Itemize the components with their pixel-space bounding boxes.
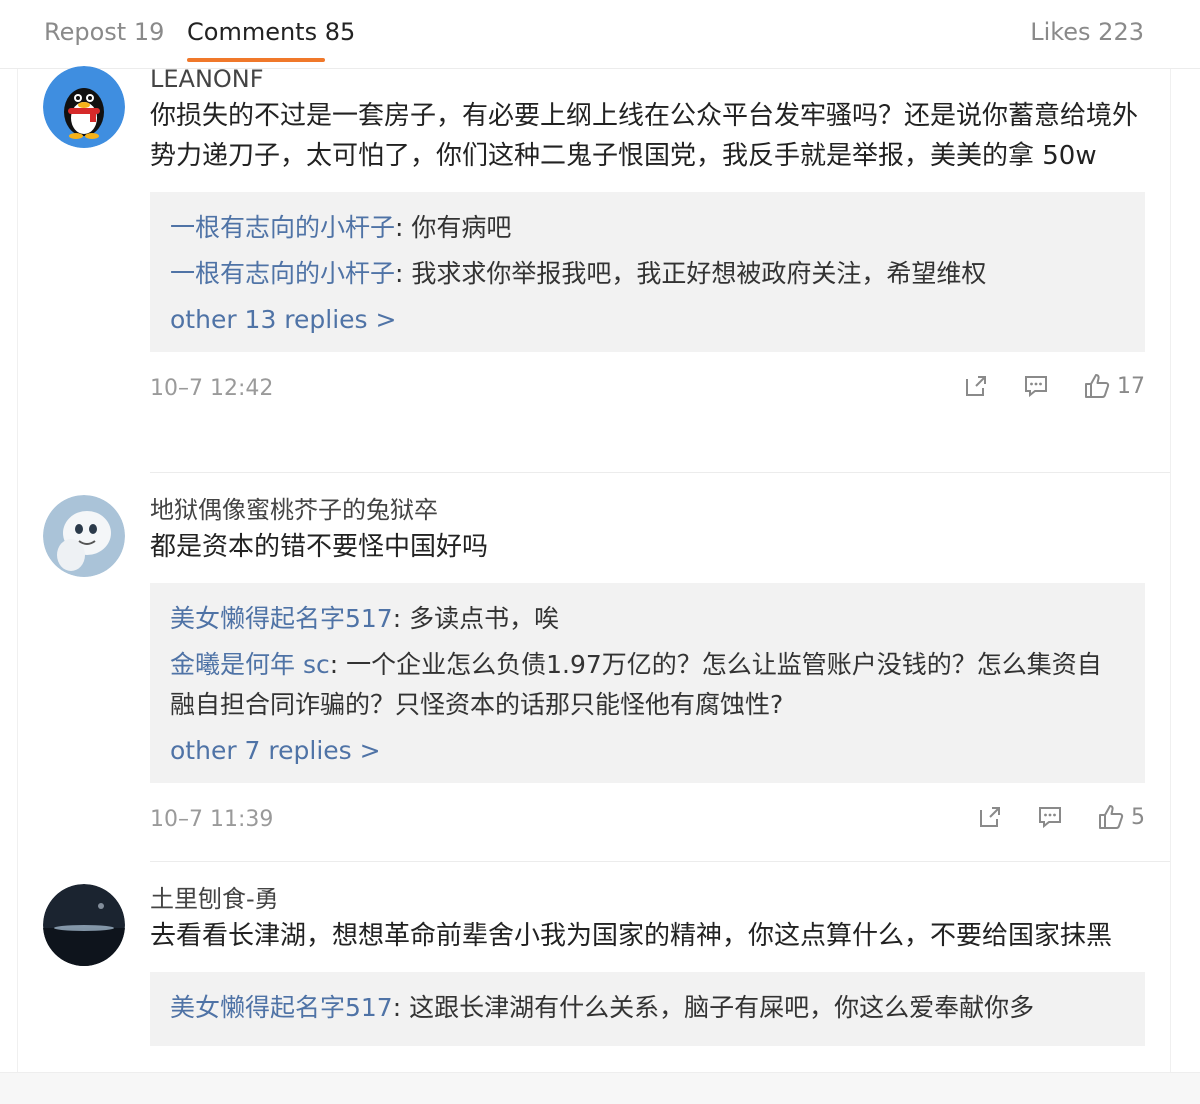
like-count: 5 bbox=[1131, 804, 1145, 830]
tab-repost[interactable]: Repost 19 bbox=[44, 18, 164, 46]
comment-actions: 5 bbox=[943, 803, 1145, 831]
more-replies-link[interactable]: other 7 replies > bbox=[170, 731, 1125, 771]
more-replies-link[interactable]: other 13 replies > bbox=[170, 300, 1125, 340]
avatar[interactable] bbox=[43, 884, 125, 966]
comment-body: LEANONF 你损失的不过是一套房子，有必要上纲上线在公众平台发牢骚吗？还是说… bbox=[150, 64, 1145, 410]
reply-item: 美女懒得起名字517: 这跟长津湖有什么关系，脑子有屎吧，你这么爱奉献你多 bbox=[170, 988, 1125, 1028]
thumbs-up-icon bbox=[1085, 374, 1110, 398]
divider bbox=[150, 472, 1170, 473]
comment-text: 都是资本的错不要怪中国好吗 bbox=[150, 532, 489, 562]
tab-comments[interactable]: Comments 85 bbox=[187, 18, 355, 46]
qq-penguin-icon bbox=[43, 66, 125, 148]
comment-text: 去看看长津湖，想想革命前辈舍小我为国家的精神，你这点算什么，不要给国家抹黑 bbox=[150, 921, 1113, 951]
comment-icon bbox=[1039, 807, 1061, 829]
share-button[interactable] bbox=[963, 373, 989, 399]
reply-author[interactable]: 美女懒得起名字517 bbox=[170, 604, 393, 633]
like-button[interactable]: 5 bbox=[1097, 803, 1145, 831]
share-button[interactable] bbox=[977, 804, 1003, 830]
comment-author[interactable]: 土里刨食-勇 bbox=[150, 884, 1145, 914]
bottom-bar bbox=[0, 1072, 1200, 1104]
comment-body: 地狱偶像蜜桃芥子的兔狱卒 都是资本的错不要怪中国好吗 美女懒得起名字517: 多… bbox=[150, 495, 1145, 841]
like-count: 17 bbox=[1117, 373, 1145, 399]
share-icon bbox=[980, 807, 1000, 827]
comment-meta: 10–7 11:39 5 bbox=[150, 801, 1145, 841]
reply-author[interactable]: 一根有志向的小杆子 bbox=[170, 259, 395, 288]
reply-box: 美女懒得起名字517: 这跟长津湖有什么关系，脑子有屎吧，你这么爱奉献你多 bbox=[150, 972, 1145, 1046]
reply-box: 一根有志向的小杆子: 你有病吧 一根有志向的小杆子: 我求求你举报我吧，我正好想… bbox=[150, 192, 1145, 352]
comment-meta: 10–7 12:42 17 bbox=[150, 370, 1145, 410]
comment-author[interactable]: LEANONF bbox=[150, 64, 1145, 94]
reply-item: 一根有志向的小杆子: 我求求你举报我吧，我正好想被政府关注，希望维权 bbox=[170, 254, 1125, 294]
active-tab-indicator bbox=[187, 58, 325, 62]
divider bbox=[150, 861, 1170, 862]
comment-timestamp: 10–7 11:39 bbox=[150, 807, 274, 832]
ghost-icon bbox=[43, 495, 125, 577]
reply-author[interactable]: 美女懒得起名字517 bbox=[170, 993, 393, 1022]
reply-button[interactable] bbox=[1037, 804, 1063, 830]
avatar[interactable] bbox=[43, 495, 125, 577]
like-button[interactable]: 17 bbox=[1083, 372, 1145, 400]
comment-timestamp: 10–7 12:42 bbox=[150, 376, 274, 401]
reply-text: : 多读点书，唉 bbox=[392, 604, 560, 633]
comment-author[interactable]: 地狱偶像蜜桃芥子的兔狱卒 bbox=[150, 495, 1145, 525]
reply-author[interactable]: 一根有志向的小杆子 bbox=[170, 213, 395, 242]
comment-body: 土里刨食-勇 去看看长津湖，想想革命前辈舍小我为国家的精神，你这点算什么，不要给… bbox=[150, 884, 1145, 1046]
reply-text: : 这跟长津湖有什么关系，脑子有屎吧，你这么爱奉献你多 bbox=[392, 993, 1035, 1022]
tab-bar: Repost 19 Comments 85 Likes 223 bbox=[0, 0, 1200, 69]
reply-item: 美女懒得起名字517: 多读点书，唉 bbox=[170, 599, 1125, 639]
comment-icon bbox=[1025, 376, 1047, 398]
reply-text: : 你有病吧 bbox=[395, 213, 512, 242]
share-icon bbox=[966, 376, 986, 396]
reply-box: 美女懒得起名字517: 多读点书，唉 金曦是何年 sc: 一个企业怎么负债1.9… bbox=[150, 583, 1145, 783]
night-landscape-icon bbox=[43, 884, 125, 966]
avatar[interactable] bbox=[43, 66, 125, 148]
reply-text: : 我求求你举报我吧，我正好想被政府关注，希望维权 bbox=[395, 259, 987, 288]
reply-item: 一根有志向的小杆子: 你有病吧 bbox=[170, 208, 1125, 248]
comment-text: 你损失的不过是一套房子，有必要上纲上线在公众平台发牢骚吗？还是说你蓄意给境外势力… bbox=[150, 101, 1139, 171]
reply-author[interactable]: 金曦是何年 sc bbox=[170, 650, 330, 679]
reply-item: 金曦是何年 sc: 一个企业怎么负债1.97万亿的？怎么让监管账户没钱的？怎么集… bbox=[170, 645, 1125, 725]
comment-actions: 17 bbox=[929, 372, 1145, 400]
thumbs-up-icon bbox=[1099, 805, 1124, 829]
reply-button[interactable] bbox=[1023, 373, 1049, 399]
tab-likes[interactable]: Likes 223 bbox=[1030, 18, 1144, 46]
